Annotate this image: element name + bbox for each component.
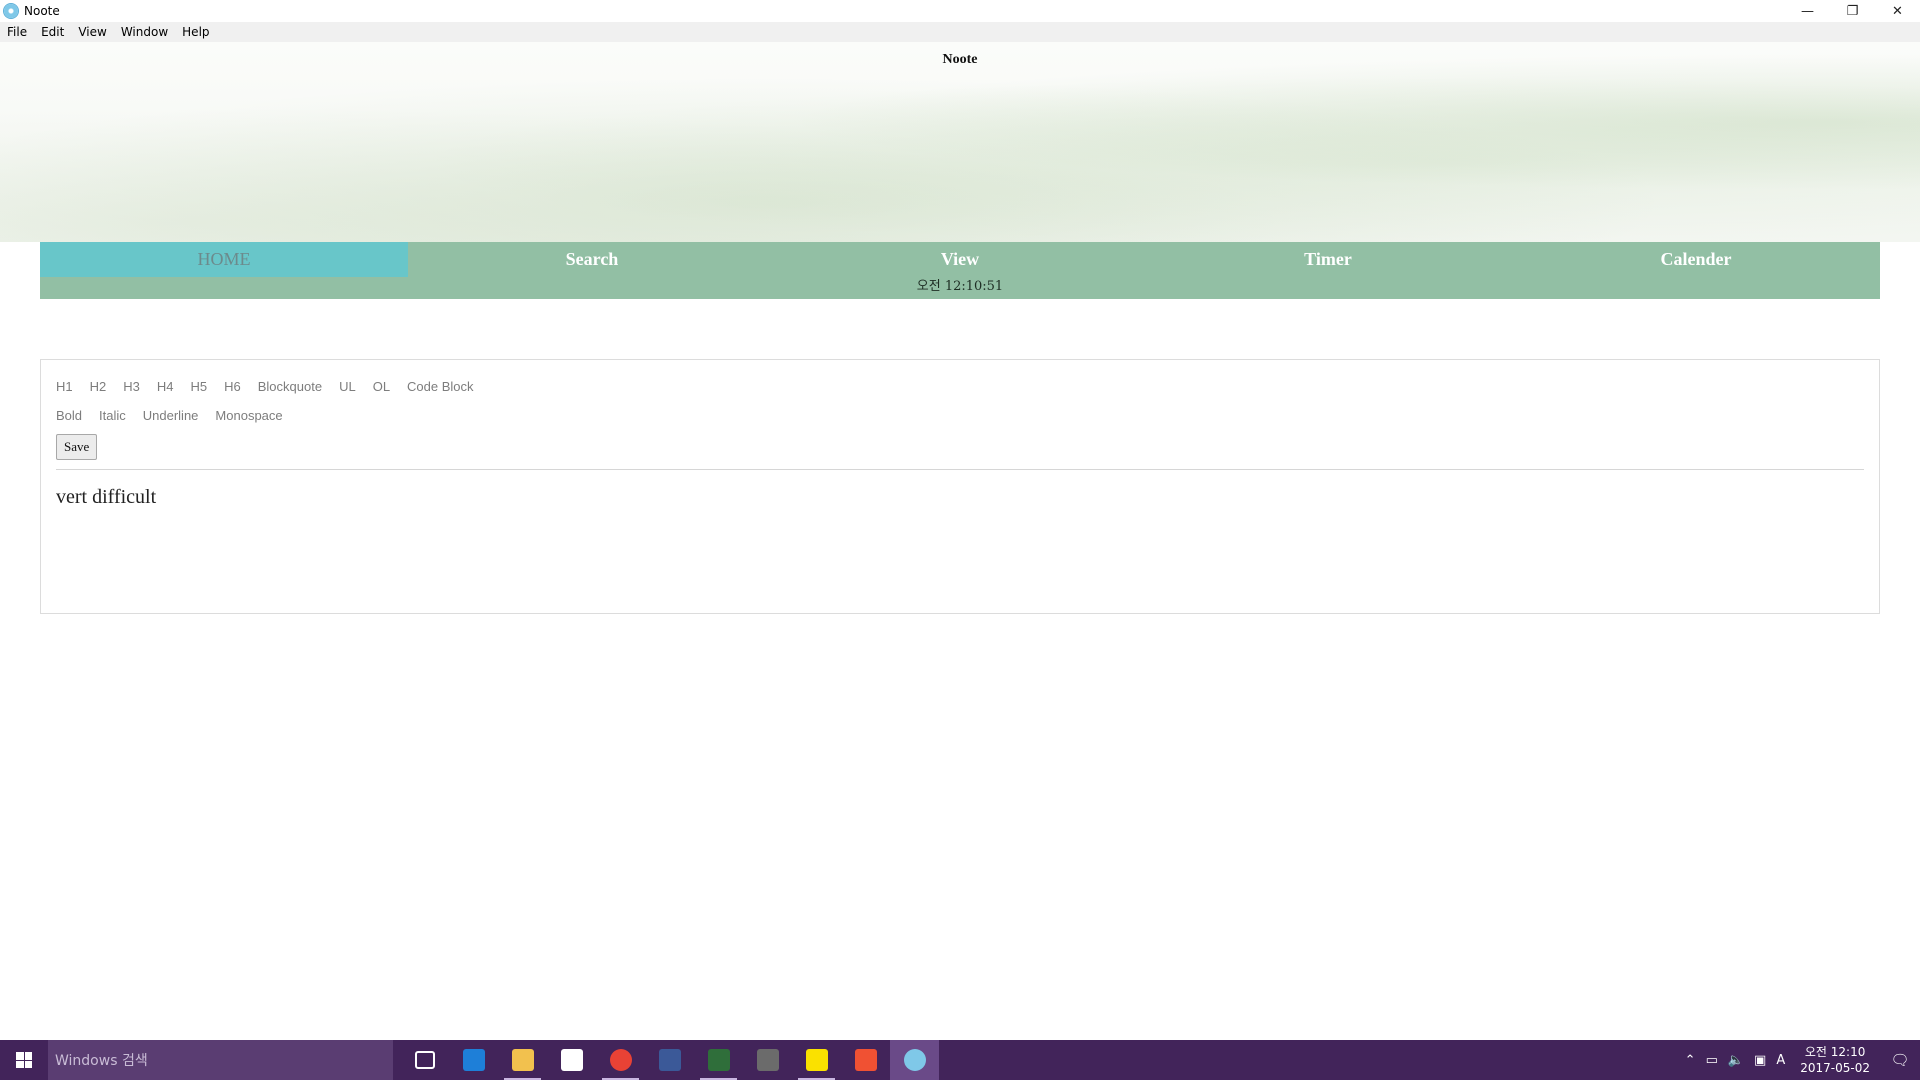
taskbar-app-sublime[interactable] (743, 1040, 792, 1080)
menu-help[interactable]: Help (175, 25, 216, 39)
window-controls: — ❐ ✕ (1785, 0, 1920, 22)
format-code-block-button[interactable]: Code Block (407, 379, 473, 394)
notification-center-button[interactable]: 🗨 (1880, 1040, 1920, 1080)
taskbar-app-git[interactable] (841, 1040, 890, 1080)
taskbar-search-input[interactable]: Windows 검색 (48, 1040, 393, 1080)
window-title: Noote (24, 4, 60, 18)
close-button[interactable]: ✕ (1875, 0, 1920, 22)
taskbar-app-terminal[interactable] (694, 1040, 743, 1080)
chrome-icon (609, 1049, 632, 1071)
start-button[interactable] (0, 1040, 48, 1080)
network-icon[interactable]: ▣ (1754, 1053, 1766, 1068)
system-tray: ⌃ ▭ 🔈 ▣ A 오전 12:10 2017-05-02 🗨 (1680, 1040, 1920, 1080)
taskbar-app-facebook[interactable] (645, 1040, 694, 1080)
title-bar: Noote — ❐ ✕ (0, 0, 1920, 22)
taskbar-app-store[interactable] (547, 1040, 596, 1080)
taskbar-clock[interactable]: 오전 12:10 2017-05-02 (1800, 1044, 1870, 1076)
facebook-icon (658, 1049, 681, 1071)
noote-app-icon (903, 1049, 926, 1071)
ime-indicator[interactable]: A (1776, 1053, 1785, 1068)
minimize-button[interactable]: — (1785, 0, 1830, 22)
format-h1-button[interactable]: H1 (56, 379, 73, 394)
taskbar-app-kakaotalk[interactable] (792, 1040, 841, 1080)
format-monospace-button[interactable]: Monospace (215, 408, 282, 423)
clock-display: 오전 12:10:51 (916, 279, 1004, 294)
taskbar-app-noote-app[interactable] (890, 1040, 939, 1080)
windows-logo-icon (16, 1052, 32, 1068)
task-view-icon (414, 1051, 435, 1069)
taskbar: Windows 검색 ⌃ ▭ 🔈 ▣ A 오전 12:10 2017-05-02… (0, 1040, 1920, 1080)
file-explorer-icon (511, 1049, 534, 1071)
note-content[interactable]: vert difficult (56, 486, 156, 509)
taskbar-app-task-view[interactable] (400, 1040, 449, 1080)
taskbar-app-chrome[interactable] (596, 1040, 645, 1080)
format-h2-button[interactable]: H2 (90, 379, 107, 394)
format-h6-button[interactable]: H6 (224, 379, 241, 394)
taskbar-app-edge[interactable] (449, 1040, 498, 1080)
chevron-up-icon[interactable]: ⌃ (1685, 1053, 1696, 1068)
menu-window[interactable]: Window (114, 25, 175, 39)
format-h4-button[interactable]: H4 (157, 379, 174, 394)
format-bold-button[interactable]: Bold (56, 408, 82, 423)
header-banner: Noote (0, 42, 1920, 242)
battery-icon[interactable]: ▭ (1706, 1053, 1718, 1068)
format-ul-button[interactable]: UL (339, 379, 356, 394)
git-icon (854, 1049, 877, 1071)
notification-icon: 🗨 (1890, 1051, 1910, 1069)
format-h5-button[interactable]: H5 (191, 379, 208, 394)
taskbar-time: 오전 12:10 (1804, 1045, 1866, 1059)
volume-icon[interactable]: 🔈 (1728, 1053, 1744, 1068)
sublime-icon (756, 1049, 779, 1071)
menu-file[interactable]: File (0, 25, 34, 39)
tab-view[interactable]: View (776, 242, 1144, 277)
terminal-icon (707, 1049, 730, 1071)
note-editor: H1 H2 H3 H4 H5 H6 Blockquote UL OL Code … (40, 359, 1880, 614)
save-button[interactable]: Save (56, 434, 98, 460)
kakaotalk-icon (805, 1049, 828, 1071)
edge-icon (462, 1049, 485, 1071)
format-italic-button[interactable]: Italic (99, 408, 126, 423)
store-icon (560, 1049, 583, 1071)
tab-home[interactable]: HOME (40, 242, 408, 277)
menu-edit[interactable]: Edit (34, 25, 71, 39)
format-blockquote-button[interactable]: Blockquote (258, 379, 322, 394)
menu-bar: File Edit View Window Help (0, 22, 1920, 42)
tab-search[interactable]: Search (408, 242, 776, 277)
format-ol-button[interactable]: OL (373, 379, 390, 394)
page-title: Noote (942, 52, 978, 67)
format-toolbar-inline: Bold Italic Underline Monospace (56, 408, 300, 423)
format-toolbar-blocks: H1 H2 H3 H4 H5 H6 Blockquote UL OL Code … (56, 379, 491, 394)
taskbar-apps (400, 1040, 939, 1080)
format-underline-button[interactable]: Underline (143, 408, 199, 423)
menu-view[interactable]: View (71, 25, 113, 39)
taskbar-app-file-explorer[interactable] (498, 1040, 547, 1080)
noote-app-icon (4, 4, 18, 18)
tab-timer[interactable]: Timer (1144, 242, 1512, 277)
taskbar-date: 2017-05-02 (1800, 1061, 1870, 1075)
main-nav: HOME Search View Timer Calender 오전 12:10… (40, 242, 1880, 299)
format-h3-button[interactable]: H3 (123, 379, 140, 394)
restore-button[interactable]: ❐ (1830, 0, 1875, 22)
tab-calender[interactable]: Calender (1512, 242, 1880, 277)
editor-divider (56, 469, 1864, 470)
